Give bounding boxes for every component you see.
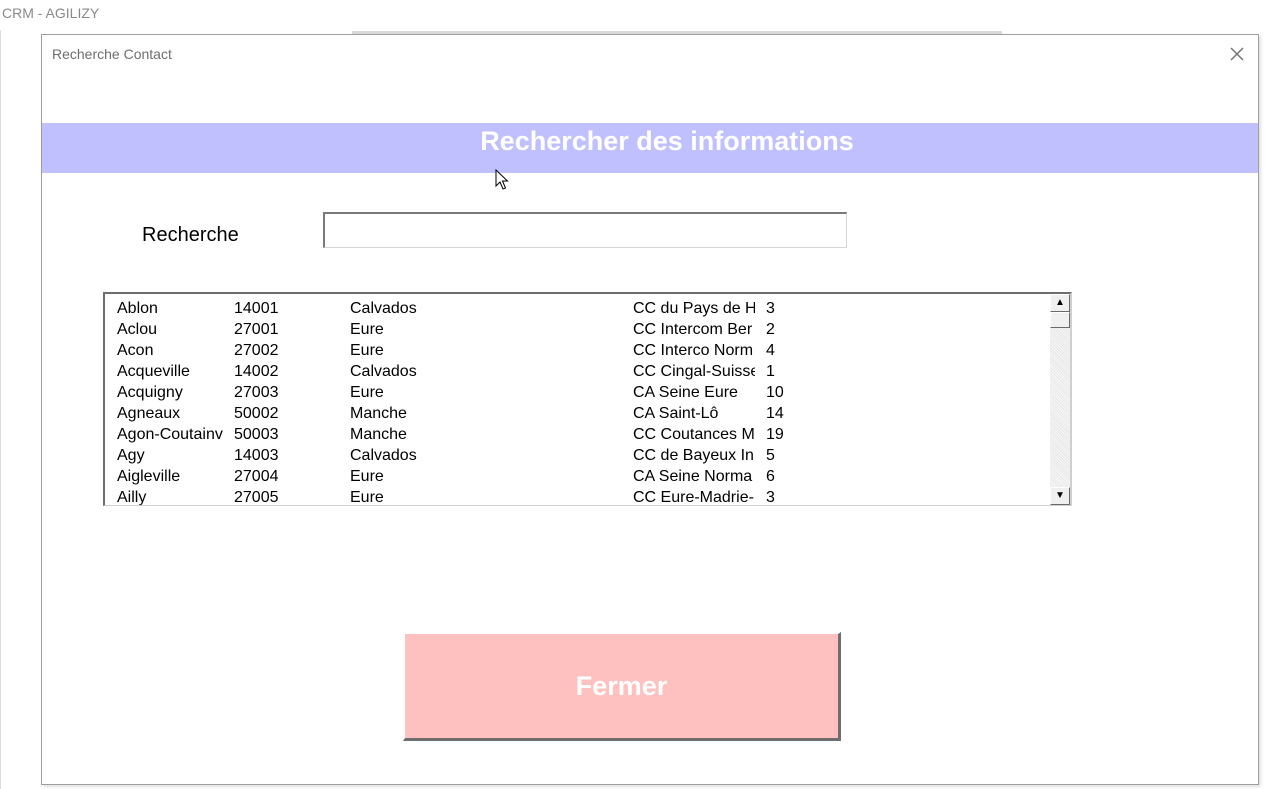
fermer-button[interactable]: Fermer	[403, 632, 841, 741]
row-city-name: Agy	[117, 447, 145, 464]
row-number: 10	[766, 384, 784, 401]
row-postal-code: 27004	[234, 468, 279, 485]
row-number: 14	[766, 405, 784, 422]
row-city-name: Acqueville	[117, 363, 190, 380]
row-department: Manche	[350, 426, 407, 443]
row-intercommunality: CC Eure-Madrie-	[633, 489, 754, 506]
row-intercommunality: CA Seine Norma	[633, 468, 753, 485]
row-city-name: Aclou	[117, 321, 158, 338]
row-city-name: Agon-Coutainv	[117, 426, 223, 443]
row-number: 3	[766, 489, 775, 506]
row-intercommunality: CC Cingal-Suisse	[633, 363, 755, 380]
close-icon-glyph	[1230, 47, 1244, 61]
row-intercommunality: CC de Bayeux In	[633, 447, 754, 464]
row-number: 5	[766, 447, 775, 464]
row-number: 6	[766, 468, 775, 485]
row-intercommunality: CC Coutances M	[633, 426, 755, 443]
close-icon[interactable]	[1227, 44, 1247, 64]
header-banner: Rechercher des informations	[42, 123, 1258, 173]
screen: CRM - AGILIZY Recherche Contact Recherch…	[0, 0, 1274, 789]
row-postal-code: 27001	[234, 321, 279, 338]
row-department: Eure	[350, 321, 384, 338]
row-postal-code: 27002	[234, 342, 279, 359]
list-item[interactable]: Ablon 14001 Calvados CC du Pays de H 3	[105, 298, 1050, 319]
row-postal-code: 27005	[234, 489, 279, 506]
list-item[interactable]: Acon 27002 Eure CC Interco Norm 4	[105, 340, 1050, 361]
scroll-down-button[interactable]: ▼	[1050, 487, 1070, 505]
results-listbox[interactable]: Ablon 14001 Calvados CC du Pays de H 3 Aclou 2…	[103, 292, 1072, 506]
row-intercommunality: CC Interco Norm	[633, 342, 754, 359]
row-department: Eure	[350, 384, 384, 401]
row-city-name: Acquigny	[117, 384, 183, 401]
vertical-scrollbar[interactable]: ▲ ▼	[1050, 294, 1070, 505]
row-number: 1	[766, 363, 775, 380]
row-city-name: Ablon	[117, 300, 158, 317]
row-intercommunality: CA Saint-Lô	[633, 405, 719, 422]
row-postal-code: 50003	[234, 426, 279, 443]
app-title: CRM - AGILIZY	[2, 5, 100, 21]
search-contact-dialog: Recherche Contact Rechercher des informa…	[41, 34, 1259, 785]
row-department: Calvados	[350, 300, 417, 317]
list-item[interactable]: Agy 14003 Calvados CC de Bayeux In 5	[105, 445, 1050, 466]
row-city-name: Ailly	[117, 489, 147, 506]
list-item[interactable]: Aclou 27001 Eure CC Intercom Ber 2	[105, 319, 1050, 340]
row-postal-code: 27003	[234, 384, 279, 401]
background-window-edge	[0, 30, 1, 789]
row-intercommunality: CC Intercom Ber	[633, 321, 753, 338]
search-input[interactable]	[323, 212, 847, 248]
row-postal-code: 14002	[234, 363, 279, 380]
list-item[interactable]: Acqueville 14002 Calvados CC Cingal-Suisse 1	[105, 361, 1050, 382]
row-department: Eure	[350, 468, 384, 485]
dialog-title: Recherche Contact	[52, 46, 172, 62]
search-label: Recherche	[142, 224, 239, 246]
results-rows: Ablon 14001 Calvados CC du Pays de H 3 Aclou 2…	[105, 298, 1050, 506]
list-item[interactable]: Ailly 27005 Eure CC Eure-Madrie- 3	[105, 487, 1050, 506]
row-intercommunality: CA Seine Eure	[633, 384, 738, 401]
row-department: Calvados	[350, 363, 417, 380]
list-item[interactable]: Agneaux 50002 Manche CA Saint-Lô 14	[105, 403, 1050, 424]
row-number: 3	[766, 300, 775, 317]
row-number: 4	[766, 342, 775, 359]
row-city-name: Acon	[117, 342, 154, 359]
list-item[interactable]: Acquigny 27003 Eure CA Seine Eure 10	[105, 382, 1050, 403]
row-number: 2	[766, 321, 775, 338]
scroll-thumb[interactable]	[1050, 312, 1070, 328]
row-intercommunality: CC du Pays de H	[633, 300, 755, 317]
row-city-name: Aigleville	[117, 468, 181, 485]
row-postal-code: 50002	[234, 405, 279, 422]
row-department: Calvados	[350, 447, 417, 464]
row-number: 19	[766, 426, 784, 443]
row-department: Eure	[350, 342, 384, 359]
row-department: Eure	[350, 489, 384, 506]
row-postal-code: 14003	[234, 447, 279, 464]
banner-title: Rechercher des informations	[480, 126, 854, 156]
row-postal-code: 14001	[234, 300, 279, 317]
scroll-up-button[interactable]: ▲	[1050, 294, 1070, 312]
row-department: Manche	[350, 405, 407, 422]
list-item[interactable]: Agon-Coutainv 50003 Manche CC Coutances M 19	[105, 424, 1050, 445]
row-city-name: Agneaux	[117, 405, 181, 422]
list-item[interactable]: Aigleville 27004 Eure CA Seine Norma 6	[105, 466, 1050, 487]
mouse-cursor-icon	[495, 169, 509, 190]
